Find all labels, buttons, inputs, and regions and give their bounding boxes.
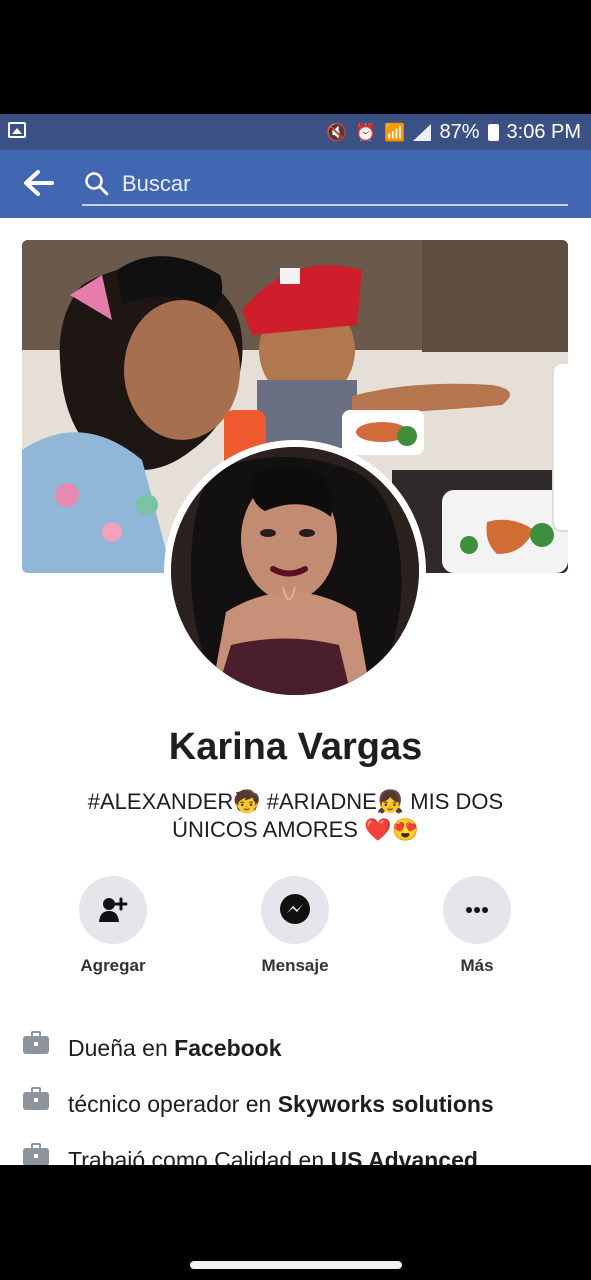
system-navigation-area: [0, 1165, 591, 1280]
work-item-1-prefix: Dueña en: [68, 1034, 168, 1061]
briefcase-icon: [23, 1087, 49, 1110]
top-app-bar: [0, 150, 591, 218]
work-item-3-prefix: Trabajó como Calidad en: [68, 1146, 325, 1166]
message-label: Mensaje: [261, 956, 329, 975]
search-bar[interactable]: [82, 164, 568, 206]
work-item-3[interactable]: Trabajó como Calidad en US Advanced: [22, 1132, 570, 1165]
home-indicator[interactable]: [190, 1261, 402, 1269]
work-item-1[interactable]: Dueña en Facebook: [22, 1020, 570, 1076]
briefcase-icon: [23, 1031, 49, 1054]
side-drawer-hint: [552, 362, 568, 532]
more-icon-wrap: [443, 876, 511, 944]
alarm-icon: ⏰: [355, 122, 377, 142]
messenger-icon: [280, 894, 310, 924]
work-item-2-highlight[interactable]: Skyworks solutions: [278, 1091, 494, 1117]
search-icon: [85, 172, 109, 196]
work-item-2-text: técnico operador en Skyworks solutions: [68, 1091, 494, 1118]
bio-line-2: ÚNICOS AMORES ❤️😍: [172, 817, 419, 842]
work-item-1-highlight[interactable]: Facebook: [174, 1035, 281, 1061]
back-button[interactable]: [22, 168, 56, 198]
profile-bio: #ALEXANDER🧒 #ARIADNE👧 MIS DOS ÚNICOS AMO…: [70, 788, 521, 844]
battery-icon: [487, 123, 499, 141]
message-button[interactable]: Mensaje: [235, 876, 355, 976]
signal-icon: [413, 123, 432, 141]
back-arrow-icon: [24, 170, 54, 196]
more-label: Más: [460, 956, 494, 975]
add-user-icon: [99, 897, 128, 922]
work-item-2[interactable]: técnico operador en Skyworks solutions: [22, 1076, 570, 1132]
profile-photo: [171, 447, 419, 695]
add-user-icon-wrap: [79, 876, 147, 944]
messenger-icon-wrap: [261, 876, 329, 944]
status-bar: 🔇 ⏰ 📶 87% 3:06 PM: [0, 114, 591, 150]
work-item-1-text: Dueña en Facebook: [68, 1035, 282, 1062]
briefcase-icon: [23, 1143, 49, 1165]
add-friend-button[interactable]: Agregar: [53, 876, 173, 976]
work-item-3-text: Trabajó como Calidad en US Advanced: [68, 1147, 478, 1166]
work-item-2-prefix: técnico operador en: [68, 1090, 272, 1117]
battery-percent: 87%: [439, 120, 480, 143]
gallery-icon: [8, 122, 26, 138]
about-list: Dueña en Facebook técnico operador en Sk…: [22, 1020, 570, 1165]
work-item-3-highlight[interactable]: US Advanced: [331, 1147, 478, 1166]
wifi-icon: 📶: [384, 122, 406, 142]
status-time: 3:06 PM: [506, 120, 581, 143]
profile-avatar[interactable]: [171, 447, 419, 695]
status-icons: 🔇 ⏰ 📶 87% 3:06 PM: [326, 114, 581, 150]
mute-icon: 🔇: [325, 122, 348, 142]
bio-line-1: #ALEXANDER🧒 #ARIADNE👧 MIS DOS: [87, 789, 504, 814]
add-friend-label: Agregar: [80, 956, 146, 975]
more-icon: [466, 907, 488, 913]
profile-page: Karina Vargas #ALEXANDER🧒 #ARIADNE👧 MIS …: [0, 218, 591, 1165]
search-input[interactable]: [120, 170, 544, 198]
more-button[interactable]: Más: [417, 876, 537, 976]
profile-actions: Agregar Mensaje Más: [0, 876, 591, 976]
profile-name: Karina Vargas: [168, 726, 423, 768]
